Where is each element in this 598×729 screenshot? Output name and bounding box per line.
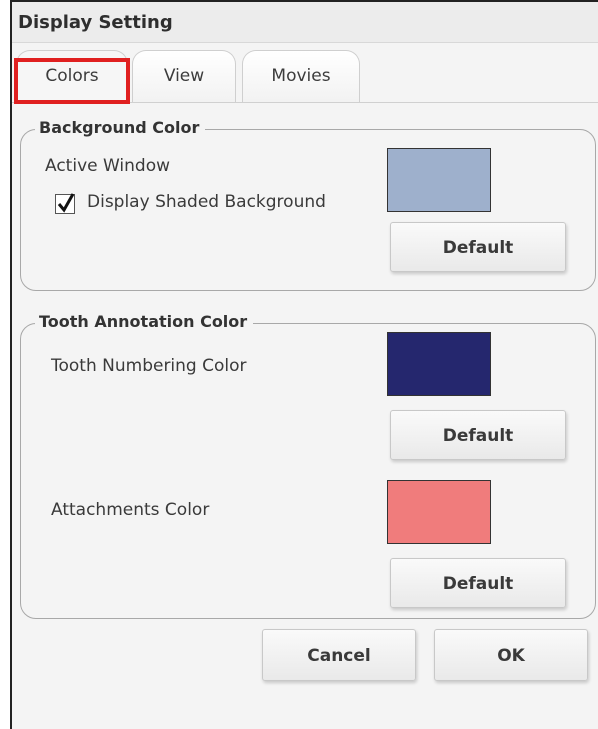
attachments-color-label: Attachments Color <box>51 500 210 520</box>
dialog-title: Display Setting <box>18 12 173 33</box>
background-color-group: Background Color Active Window Display S… <box>20 118 596 291</box>
title-bar: Display Setting <box>12 2 598 43</box>
background-default-button[interactable]: Default <box>390 222 566 272</box>
colors-panel: Background Color Active Window Display S… <box>12 102 598 729</box>
tab-colors-label: Colors <box>45 66 99 86</box>
shaded-background-checkbox[interactable] <box>55 193 75 214</box>
active-window-label: Active Window <box>45 156 171 176</box>
tab-view[interactable]: View <box>132 50 236 102</box>
tooth-annotation-color-group: Tooth Annotation Color Tooth Numbering C… <box>20 312 596 619</box>
shaded-background-label: Display Shaded Background <box>87 192 326 212</box>
attachments-default-button[interactable]: Default <box>390 558 566 608</box>
cancel-button[interactable]: Cancel <box>262 629 416 681</box>
ok-button[interactable]: OK <box>434 629 588 681</box>
tab-colors[interactable]: Colors <box>16 50 128 102</box>
background-color-legend: Background Color <box>35 118 206 137</box>
tooth-numbering-color-swatch[interactable] <box>387 332 491 396</box>
tooth-numbering-label: Tooth Numbering Color <box>51 356 247 376</box>
tooth-numbering-default-button[interactable]: Default <box>390 410 566 460</box>
display-setting-dialog: Display Setting Colors View Movies Backg… <box>10 0 598 729</box>
attachments-color-swatch[interactable] <box>387 480 491 544</box>
tab-movies-label: Movies <box>271 66 331 86</box>
tooth-annotation-legend: Tooth Annotation Color <box>35 312 254 331</box>
active-window-color-swatch[interactable] <box>387 148 491 212</box>
tab-view-label: View <box>163 66 205 86</box>
checkmark-icon <box>57 193 75 213</box>
tab-movies[interactable]: Movies <box>242 50 360 102</box>
